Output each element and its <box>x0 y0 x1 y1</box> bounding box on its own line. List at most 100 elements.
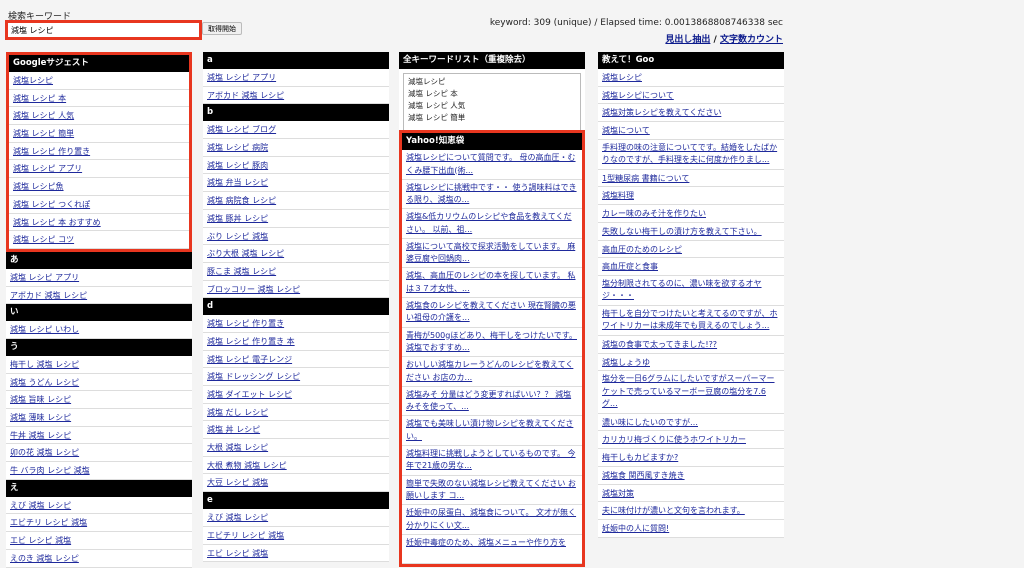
keyword-link[interactable]: ぶり レシピ 減塩 <box>203 227 389 246</box>
goo-question-link[interactable]: 1型糖尿病 書籍について <box>598 169 784 188</box>
keyword-link[interactable]: 減塩 丼 レシピ <box>203 421 389 440</box>
keyword-link[interactable]: えび 減塩 レシピ <box>6 496 192 515</box>
keyword-link[interactable]: 減塩 弁当 レシピ <box>203 174 389 193</box>
keyword-link[interactable]: ぶり大根 減塩 レシピ <box>203 245 389 263</box>
keyword-link[interactable]: エビ レシピ 減塩 <box>6 532 192 550</box>
goo-question-link[interactable]: 梅干しもカビますか? <box>598 449 784 467</box>
keyword-link[interactable]: 減塩 うどん レシピ <box>6 373 192 392</box>
google-suggest-item[interactable]: 減塩 レシピ 本 <box>9 89 189 108</box>
yahoo-question-link[interactable]: 減塩料理に挑戦しようとしているものです。 今年で21歳の男な... <box>402 445 582 476</box>
keyword-link[interactable]: 減塩 レシピ 作り置き <box>203 315 389 333</box>
keyword-line: 減塩レシピ <box>408 77 446 86</box>
goo-question-link[interactable]: 高血圧のためのレシピ <box>598 240 784 259</box>
goo-question-link[interactable]: 減塩レシピ <box>598 69 784 87</box>
keyword-link[interactable]: 減塩 薄味 レシピ <box>6 409 192 427</box>
group-header: a <box>203 52 389 69</box>
goo-question-link[interactable]: 減塩しょうゆ <box>598 353 784 372</box>
google-suggest-item[interactable]: 減塩 レシピ 作り置き <box>9 142 189 161</box>
keyword-link[interactable]: 減塩 レシピ 病院 <box>203 139 389 157</box>
keyword-link[interactable]: 減塩 レシピ いわし <box>6 321 192 339</box>
keyword-line: 減塩 レシピ 簡単 <box>408 113 466 122</box>
yahoo-question-link[interactable]: 減塩レシピに挑戦中です・・ 使う調味料はできる限り、減塩の... <box>402 179 582 210</box>
char-count-link[interactable]: 文字数カウント <box>720 35 783 45</box>
keyword-link[interactable]: エビチリ レシピ 減塩 <box>6 514 192 533</box>
keyword-line: 減塩 レシピ 本 <box>408 89 458 98</box>
goo-question-link[interactable]: カリカリ梅づくりに使うホワイトリカー <box>598 431 784 450</box>
keyword-link[interactable]: 減塩 病院食 レシピ <box>203 192 389 210</box>
keyword-link[interactable]: 大豆 レシピ 減塩 <box>203 474 389 493</box>
google-suggest-item[interactable]: 減塩 レシピ 本 おすすめ <box>9 213 189 232</box>
keyword-link[interactable]: 豚こま 減塩 レシピ <box>203 262 389 281</box>
goo-question-link[interactable]: 減塩の食事で太ってきました!?? <box>598 335 784 354</box>
goo-question-link[interactable]: 手料理の味の注意についてです。結婚をしたばかりなのですが、手料理を夫に何度か作り… <box>598 139 784 170</box>
column-keywords-yahoo: 全キーワードリスト（重複除去） 減塩レシピ 減塩 レシピ 本減塩 レシピ 人気 減塩… <box>399 52 585 568</box>
keyword-link[interactable]: 減塩 レシピ 豚肉 <box>203 156 389 175</box>
yahoo-question-link[interactable]: 減塩食のレシピを教えてください 現在腎臓の悪い祖母の介護を... <box>402 297 582 328</box>
yahoo-question-link[interactable]: 減塩みそ 分量はどう変更すればいい？？ 減塩みそを使って、... <box>402 386 582 417</box>
goo-question-link[interactable]: 減塩対策 <box>598 484 784 503</box>
google-suggest-item[interactable]: 減塩 レシピ アプリ <box>9 160 189 179</box>
keyword-link[interactable]: 減塩 レシピ ブログ <box>203 121 389 140</box>
heading-extract-link[interactable]: 見出し抽出 <box>665 35 710 45</box>
keyword-link[interactable]: 大根 煮物 減塩 レシピ <box>203 456 389 475</box>
google-suggest-header: Googleサジェスト <box>9 55 189 72</box>
keyword-list-header: 全キーワードリスト（重複除去） <box>399 52 585 69</box>
yahoo-chiebukuro-panel: Yahoo!知恵袋 減塩レシピについて質問です。 母の高血圧・むくみ腰下出血(術… <box>399 130 585 568</box>
yahoo-question-link[interactable]: おいしい減塩カレーうどんのレシピを教えてください お店のカ... <box>402 357 582 387</box>
yahoo-question-link[interactable]: 簡単で失敗のない減塩レシピ教えてください お願いします コ... <box>402 475 582 506</box>
google-suggest-item[interactable]: 減塩 レシピ 人気 <box>9 107 189 126</box>
keyword-link[interactable]: 減塩 ダイエット レシピ <box>203 386 389 404</box>
yahoo-question-link[interactable]: 減塩でも美味しい漬け物レシピを教えてください。 <box>402 416 582 446</box>
yahoo-question-link[interactable]: 減塩&低カリウムのレシピや食品を教えてください。 以前、祖... <box>402 209 582 239</box>
yahoo-question-link[interactable]: 減塩について高校で探求活動をしています。 麻婆豆腐や回鍋肉... <box>402 238 582 269</box>
keyword-link[interactable]: 減塩 レシピ アプリ <box>6 268 192 287</box>
keyword-list-panel: 全キーワードリスト（重複除去） 減塩レシピ 減塩 レシピ 本減塩 レシピ 人気 減塩… <box>399 52 585 131</box>
keyword-link[interactable]: アボカド 減塩 レシピ <box>6 286 192 305</box>
keyword-link[interactable]: 牛 バラ肉 レシピ 減塩 <box>6 462 192 480</box>
keyword-link[interactable]: 梅干し 減塩 レシピ <box>6 355 192 374</box>
goo-question-link[interactable]: 妊娠中の人に質問! <box>598 519 784 538</box>
google-suggest-item[interactable]: 減塩 レシピ魚 <box>9 178 189 196</box>
yahoo-question-link[interactable]: 減塩レシピについて質問です。 母の高血圧・むくみ腰下出血(術... <box>402 150 582 180</box>
keyword-link[interactable]: 減塩 旨味 レシピ <box>6 391 192 409</box>
google-suggest-item[interactable]: 減塩 レシピ 簡単 <box>9 125 189 143</box>
keyword-link[interactable]: 牛丼 減塩 レシピ <box>6 426 192 445</box>
fetch-start-button[interactable]: 取得開始 <box>202 22 242 35</box>
goo-question-link[interactable]: 減塩対策レシピを教えてください <box>598 104 784 123</box>
goo-question-link[interactable]: 減塩レシピについて <box>598 86 784 105</box>
keyword-link[interactable]: 卯の花 減塩 レシピ <box>6 444 192 463</box>
keyword-link[interactable]: 減塩 レシピ アプリ <box>203 69 389 87</box>
keyword-link[interactable]: 減塩 だし レシピ <box>203 403 389 422</box>
keyword-link[interactable]: 大根 減塩 レシピ <box>203 439 389 457</box>
keyword-link[interactable]: 減塩 レシピ 電子レンジ <box>203 350 389 369</box>
keyword-link[interactable]: えのき 減塩 レシピ <box>6 549 192 568</box>
goo-question-link[interactable]: 高血圧症と食事 <box>598 258 784 276</box>
goo-question-link[interactable]: 夫に味付けが濃いと文句を言われます。 <box>598 502 784 520</box>
goo-question-link[interactable]: 塩分制限されてるのに、濃い味を欲するオヤジ・・・ <box>598 275 784 306</box>
keyword-link[interactable]: アボカド 減塩 レシピ <box>203 86 389 105</box>
yahoo-question-link[interactable]: 妊娠中の尿蛋白、減塩食について。 文才が無く分かりにくい文... <box>402 505 582 535</box>
goo-question-link[interactable]: カレー味のみそ汁を作りたい <box>598 205 784 223</box>
google-suggest-item[interactable]: 減塩 レシピ コツ <box>9 231 189 249</box>
keyword-link[interactable]: 減塩 レシピ 作り置き 本 <box>203 332 389 351</box>
keyword-link[interactable]: 減塩 ドレッシング レシピ <box>203 368 389 386</box>
goo-question-link[interactable]: 失敗しない梅干しの漬け方を教えて下さい。 <box>598 222 784 241</box>
goo-list: 減塩レシピ 減塩レシピについて 減塩対策レシピを教えてください 減塩について 手料理の味… <box>598 69 784 538</box>
column-google: Googleサジェスト 減塩レシピ 減塩 レシピ 本減塩 レシピ 人気 減塩 レシピ… <box>6 52 192 568</box>
goo-question-link[interactable]: 減塩食 関西風すき焼き <box>598 466 784 485</box>
yahoo-question-link[interactable]: 減塩、高血圧のレシピの本を探しています。 私は３７才女性、... <box>402 268 582 298</box>
keyword-link[interactable]: 減塩 豚丼 レシピ <box>203 209 389 228</box>
keyword-list-textarea[interactable]: 減塩レシピ 減塩 レシピ 本減塩 レシピ 人気 減塩 レシピ 簡単 <box>403 73 581 131</box>
goo-question-link[interactable]: 塩分を一日6グラムにしたいですがスーパーマーケットで売っているマーボー豆腐の塩分… <box>598 371 784 414</box>
keyword-link[interactable]: エビチリ レシピ 減塩 <box>203 526 389 545</box>
yahoo-question-link[interactable]: 青梅が500gほどあり、梅干しをつけたいです。 減塩でおすすめ... <box>402 327 582 358</box>
goo-question-link[interactable]: 梅干しを自分でつけたいと考えてるのですが、ホワイトリカーは未成年でも買えるのでし… <box>598 305 784 336</box>
goo-question-link[interactable]: 減塩料理 <box>598 187 784 206</box>
goo-question-link[interactable]: 濃い味にしたいのですが… <box>598 413 784 432</box>
google-suggest-item[interactable]: 減塩レシピ <box>9 72 189 90</box>
keyword-link[interactable]: ブロッコリー 減塩 レシピ <box>203 280 389 299</box>
keyword-link[interactable]: えび 減塩 レシピ <box>203 509 389 527</box>
google-suggest-item[interactable]: 減塩 レシピ つくれぽ <box>9 195 189 214</box>
search-input[interactable] <box>5 20 202 40</box>
goo-question-link[interactable]: 減塩について <box>598 122 784 140</box>
